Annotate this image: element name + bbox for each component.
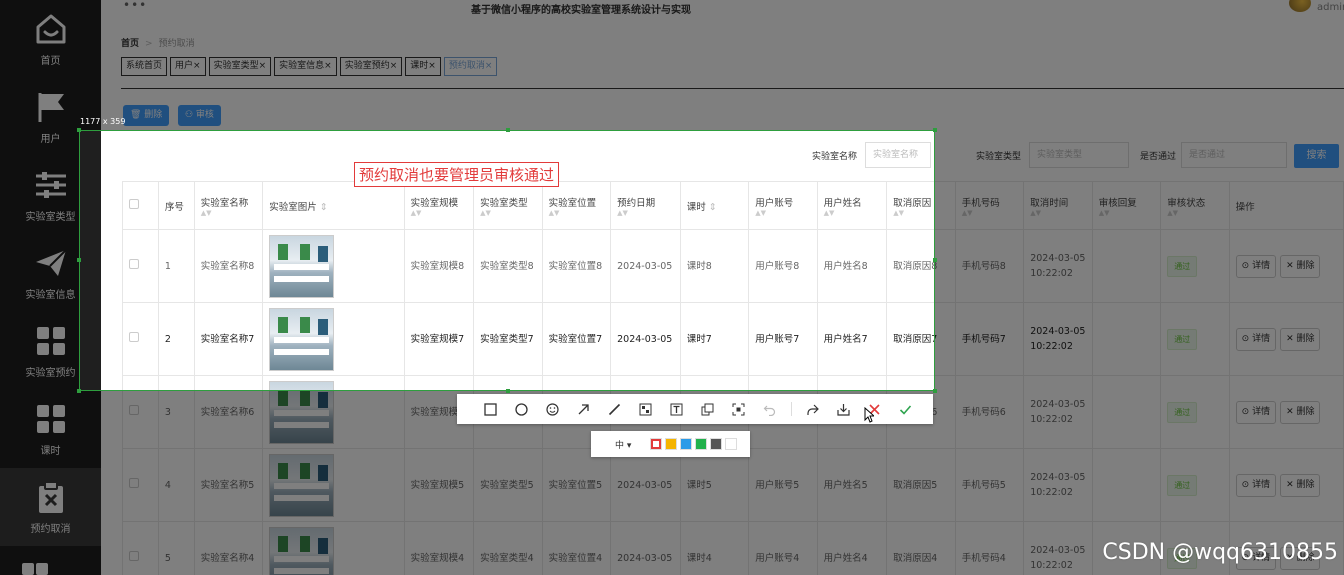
confirm-icon[interactable] xyxy=(890,394,921,424)
lab-image[interactable] xyxy=(269,234,335,298)
ocr-tool-icon[interactable] xyxy=(723,394,754,424)
col-image[interactable]: 实验室图片 ⇕ xyxy=(262,181,405,230)
sort-icon[interactable]: ▲▼ xyxy=(480,209,535,217)
user-account-cell: 用户账号7 xyxy=(748,302,818,376)
size-select[interactable]: 中 ▾ xyxy=(599,438,647,451)
lab-image-cell xyxy=(262,229,405,303)
col-no: 序号 xyxy=(157,181,195,230)
col-label: 预约日期 xyxy=(617,197,656,209)
user-name-cell: 用户姓名8 xyxy=(816,229,888,303)
sort-icon[interactable]: ▲▼ xyxy=(755,209,810,217)
color-palette: 中 ▾ xyxy=(591,431,750,457)
user-account-cell: 用户账号8 xyxy=(748,229,818,303)
col-label: 课时 xyxy=(686,201,706,213)
color-swatch-green[interactable] xyxy=(695,438,707,450)
lab-name-cell: 实验室名称7 xyxy=(193,302,264,376)
lab-name-cell: 实验室名称8 xyxy=(193,229,264,303)
col-label: 用户姓名 xyxy=(823,197,862,209)
sort-icon[interactable]: ▲▼ xyxy=(201,209,256,217)
annotation-text[interactable]: 预约取消也要管理员审核通过 xyxy=(354,162,560,187)
booking-date-cell: 2024-03-05 xyxy=(610,302,681,376)
col-label: 取消原因 xyxy=(893,197,932,209)
period-cell: 课时7 xyxy=(679,302,750,376)
color-swatch-white[interactable] xyxy=(725,438,737,450)
lab-image[interactable] xyxy=(269,307,335,371)
color-swatch-gray[interactable] xyxy=(710,438,722,450)
col-label: 实验室名称 xyxy=(200,197,249,209)
size-value: 中 xyxy=(615,440,625,451)
booking-date-cell: 2024-03-05 xyxy=(610,229,681,303)
lab-scale-cell: 实验室规模7 xyxy=(403,302,475,376)
mouse-cursor-icon xyxy=(864,407,874,423)
row-select-cell[interactable] xyxy=(122,229,159,303)
lab-location-cell: 实验室位置7 xyxy=(541,302,612,376)
col-label: 实验室图片 xyxy=(269,201,317,213)
sort-icon[interactable]: ▲▼ xyxy=(824,209,881,217)
col-location[interactable]: 实验室位置 ▲▼ xyxy=(541,181,612,230)
toolbar-divider xyxy=(785,394,797,424)
lab-type-cell: 实验室类型8 xyxy=(473,229,543,303)
row-no: 1 xyxy=(157,229,195,303)
color-swatch-red[interactable] xyxy=(650,438,662,450)
search-name-input[interactable]: 实验室名称 xyxy=(865,142,931,168)
share-icon[interactable] xyxy=(797,394,828,424)
pen-tool-icon[interactable] xyxy=(599,394,630,424)
row-no: 2 xyxy=(157,302,195,376)
lab-image-cell xyxy=(262,302,405,376)
row-select-cell[interactable] xyxy=(122,302,159,376)
col-username[interactable]: 用户姓名 ▲▼ xyxy=(816,181,888,230)
checkbox[interactable] xyxy=(129,199,139,209)
dim-overlay xyxy=(0,0,1344,130)
checkbox[interactable] xyxy=(129,331,139,342)
col-type[interactable]: 实验室类型 ▲▼ xyxy=(473,181,543,230)
arrow-tool-icon[interactable] xyxy=(568,394,599,424)
col-period[interactable]: 课时 ⇕ xyxy=(679,181,750,230)
select-all-cell[interactable] xyxy=(122,181,159,230)
col-label: 实验室规模 xyxy=(410,197,459,209)
download-icon[interactable] xyxy=(828,394,859,424)
lab-scale-cell: 实验室规模8 xyxy=(403,229,475,303)
color-swatch-blue[interactable] xyxy=(680,438,692,450)
watermark: CSDN @wqq6310855 xyxy=(1102,540,1338,565)
lab-location-cell: 实验室位置8 xyxy=(541,229,612,303)
search-name-label: 实验室名称 xyxy=(812,152,858,162)
rectangle-tool-icon[interactable] xyxy=(475,394,506,424)
lab-type-cell: 实验室类型7 xyxy=(473,302,543,376)
mosaic-tool-icon[interactable] xyxy=(630,394,661,424)
dim-overlay xyxy=(0,130,79,391)
col-date[interactable]: 预约日期 ▲▼ xyxy=(610,181,681,230)
col-name[interactable]: 实验室名称 ▲▼ xyxy=(193,181,264,230)
col-account[interactable]: 用户账号 ▲▼ xyxy=(748,181,818,230)
sort-icon[interactable]: ▲▼ xyxy=(411,209,468,217)
checkbox[interactable] xyxy=(129,258,139,269)
copy-tool-icon[interactable] xyxy=(692,394,723,424)
sort-icon[interactable]: ⇕ xyxy=(709,202,717,213)
col-scale[interactable]: 实验室规模 ▲▼ xyxy=(403,181,475,230)
sort-icon[interactable]: ▲▼ xyxy=(617,209,674,217)
screenshot-toolbar xyxy=(457,394,933,424)
sort-icon[interactable]: ⇕ xyxy=(320,202,328,213)
selection-size-readout: 1177 x 359 xyxy=(80,117,126,126)
emoji-tool-icon[interactable] xyxy=(537,394,568,424)
text-tool-icon[interactable] xyxy=(661,394,692,424)
col-label: 用户账号 xyxy=(755,197,794,209)
col-label: 实验室类型 xyxy=(480,197,528,209)
undo-icon[interactable] xyxy=(754,394,785,424)
col-label: 实验室位置 xyxy=(548,197,597,209)
dim-overlay xyxy=(935,130,1344,391)
color-swatch-yellow[interactable] xyxy=(665,438,677,450)
period-cell: 课时8 xyxy=(679,229,750,303)
user-name-cell: 用户姓名7 xyxy=(816,302,888,376)
sort-icon[interactable]: ▲▼ xyxy=(549,209,604,217)
ellipse-tool-icon[interactable] xyxy=(506,394,537,424)
